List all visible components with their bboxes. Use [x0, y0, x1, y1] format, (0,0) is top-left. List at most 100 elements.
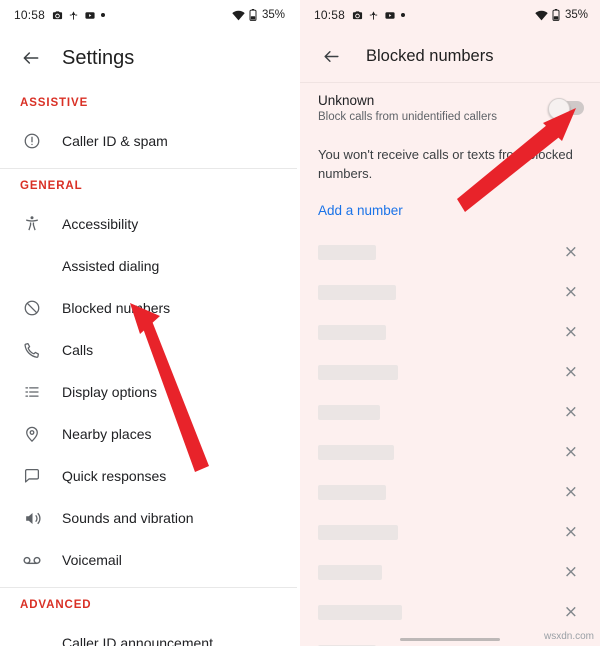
voicemail-icon	[20, 550, 44, 570]
battery-icon	[552, 9, 560, 21]
screenshot-root: 10:58 35% Settings ASSISTIVE Caller ID &…	[0, 0, 600, 646]
info-icon	[20, 132, 44, 150]
sidebar-item-label: Voicemail	[62, 552, 122, 568]
dot-icon	[401, 13, 406, 17]
sidebar-item-display-options[interactable]: Display options	[0, 371, 297, 413]
section-header-assistive: ASSISTIVE	[20, 97, 89, 109]
blocked-number-value	[318, 564, 382, 580]
location-icon	[20, 425, 44, 443]
sidebar-item-label: Sounds and vibration	[62, 510, 194, 526]
sidebar-item-label: Assisted dialing	[62, 258, 160, 274]
list-item[interactable]: ×	[300, 592, 600, 632]
sidebar-item-label: Accessibility	[62, 216, 139, 232]
remove-icon[interactable]: ×	[564, 363, 578, 381]
list-item[interactable]: ×	[300, 352, 600, 392]
add-number-button[interactable]: Add a number	[300, 183, 600, 218]
status-clock: 10:58	[314, 8, 346, 22]
sidebar-item-accessibility[interactable]: Accessibility	[0, 203, 297, 245]
blocked-number-value	[318, 244, 376, 260]
sidebar-item-calls[interactable]: Calls	[0, 329, 297, 371]
battery-percent: 35%	[564, 9, 588, 21]
navigation-pill	[400, 638, 500, 641]
remove-icon[interactable]: ×	[564, 483, 578, 501]
unknown-callers-title: Unknown	[318, 93, 375, 108]
list-item[interactable]: ×	[300, 512, 600, 552]
list-item[interactable]: ×	[300, 392, 600, 432]
status-system-icons: 35%	[535, 9, 588, 21]
remove-icon[interactable]: ×	[564, 323, 578, 341]
blocked-note: You won't receive calls or texts from bl…	[318, 147, 573, 181]
accessibility-icon	[20, 215, 44, 233]
sidebar-item-assisted-dialing[interactable]: Assisted dialing	[0, 245, 297, 287]
status-notification-icons	[52, 10, 106, 21]
blocked-numbers-screen: 10:58 35% Blocked numbers Unknown Block …	[300, 0, 600, 646]
blocked-number-value	[318, 444, 394, 460]
list-item[interactable]: ×	[300, 232, 600, 272]
person-icon	[68, 10, 79, 21]
sidebar-item-nearby-places[interactable]: Nearby places	[0, 413, 297, 455]
remove-icon[interactable]: ×	[564, 603, 578, 621]
wifi-icon	[535, 10, 548, 21]
sidebar-item-caller-id-announcement[interactable]: Caller ID announcement	[0, 622, 297, 646]
blocked-number-value	[318, 324, 386, 340]
sidebar-item-label: Quick responses	[62, 468, 167, 484]
youtube-icon	[384, 10, 396, 21]
blocked-number-value	[318, 364, 398, 380]
unknown-callers-toggle[interactable]	[548, 98, 584, 120]
status-bar-right: 10:58 35%	[300, 0, 600, 30]
list-item[interactable]: ×	[300, 472, 600, 512]
blocked-numbers-list: × × × × × × × × × ×	[300, 232, 600, 646]
sidebar-item-label: Calls	[62, 342, 94, 358]
blocked-numbers-appbar: Blocked numbers	[300, 30, 600, 82]
status-system-icons: 35%	[232, 9, 285, 21]
sidebar-item-blocked-numbers[interactable]: Blocked numbers	[0, 287, 297, 329]
sidebar-item-label: Nearby places	[62, 426, 152, 442]
remove-icon[interactable]: ×	[564, 563, 578, 581]
status-clock: 10:58	[14, 8, 46, 22]
remove-icon[interactable]: ×	[564, 283, 578, 301]
toggle-knob	[548, 98, 570, 120]
list-item[interactable]: ×	[300, 312, 600, 352]
blocked-number-value	[318, 484, 386, 500]
sidebar-item-voicemail[interactable]: Voicemail	[0, 539, 297, 581]
list-item[interactable]: ×	[300, 432, 600, 472]
section-header-advanced: ADVANCED	[20, 599, 92, 611]
unknown-callers-texts: Unknown Block calls from unidentified ca…	[318, 93, 550, 123]
status-bar-left: 10:58 35%	[0, 0, 297, 30]
settings-appbar: Settings	[0, 30, 297, 86]
wifi-icon	[232, 10, 245, 21]
remove-icon[interactable]: ×	[564, 403, 578, 421]
camera-icon	[52, 10, 63, 21]
blocked-number-value	[318, 404, 380, 420]
battery-percent: 35%	[261, 9, 285, 21]
sidebar-item-caller-id-spam[interactable]: Caller ID & spam	[0, 120, 297, 162]
blocked-number-value	[318, 524, 398, 540]
sidebar-item-quick-responses[interactable]: Quick responses	[0, 455, 297, 497]
camera-icon	[352, 10, 363, 21]
back-arrow-icon[interactable]	[314, 39, 348, 73]
sidebar-item-label: Caller ID announcement	[62, 635, 213, 646]
watermark: wsxdn.com	[543, 631, 594, 642]
page-title: Blocked numbers	[366, 46, 494, 65]
volume-icon	[20, 509, 44, 528]
unknown-callers-row[interactable]: Unknown Block calls from unidentified ca…	[300, 83, 600, 131]
remove-icon[interactable]: ×	[564, 523, 578, 541]
sidebar-item-label: Caller ID & spam	[62, 133, 168, 149]
page-title: Settings	[62, 46, 135, 69]
phone-icon	[20, 341, 44, 359]
block-icon	[20, 299, 44, 317]
chat-icon	[20, 467, 44, 485]
sidebar-item-label: Display options	[62, 384, 157, 400]
unknown-callers-subtitle: Block calls from unidentified callers	[318, 111, 497, 123]
sidebar-item-sounds-and-vibration[interactable]: Sounds and vibration	[0, 497, 297, 539]
dot-icon	[101, 13, 106, 17]
person-icon	[368, 10, 379, 21]
section-header-general: GENERAL	[20, 180, 83, 192]
status-notification-icons	[352, 10, 406, 21]
back-arrow-icon[interactable]	[14, 41, 48, 75]
youtube-icon	[84, 10, 96, 21]
list-item[interactable]: ×	[300, 272, 600, 312]
remove-icon[interactable]: ×	[564, 243, 578, 261]
list-item[interactable]: ×	[300, 552, 600, 592]
remove-icon[interactable]: ×	[564, 443, 578, 461]
